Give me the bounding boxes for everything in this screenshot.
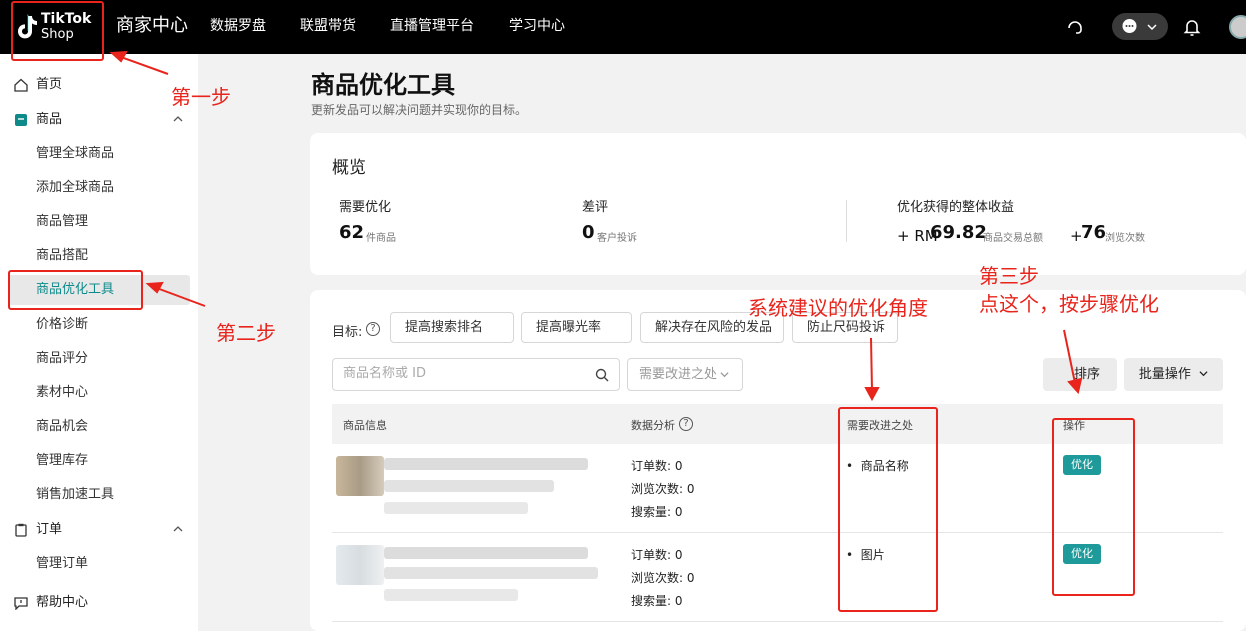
arrow-step1 — [117, 55, 169, 75]
arrow-head — [864, 387, 880, 402]
annotation-arrows — [109, 50, 1083, 402]
arrow-head — [145, 281, 164, 294]
arrow-head — [109, 50, 128, 63]
arrow-step3 — [1063, 329, 1076, 384]
arrow-step2 — [153, 286, 206, 307]
arrow-head — [1067, 377, 1083, 395]
arrow-suggest — [870, 337, 873, 391]
